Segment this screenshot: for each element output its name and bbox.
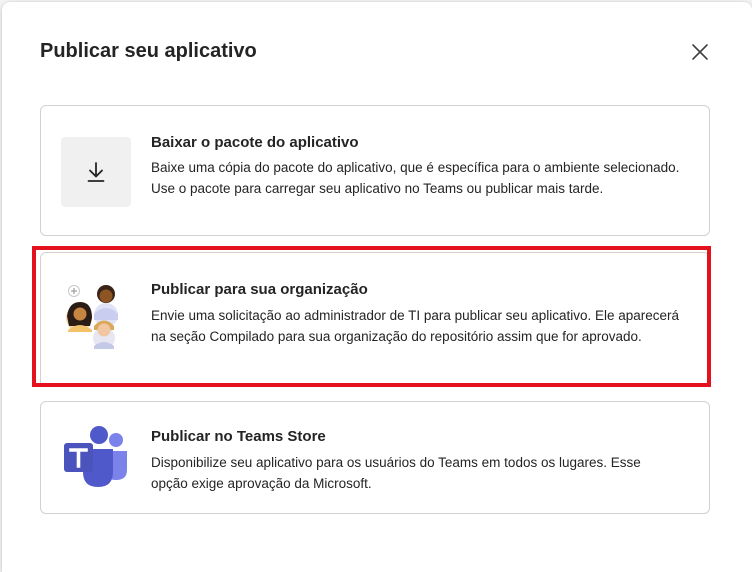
publish-to-teams-store-option[interactable]: Publicar no Teams Store Disponibilize se…	[40, 401, 710, 514]
people-group-icon	[61, 280, 131, 350]
option-description: Envie uma solicitação ao administrador d…	[151, 308, 680, 344]
dialog-title: Publicar seu aplicativo	[40, 40, 257, 62]
teams-logo-icon	[61, 424, 131, 494]
option-title: Publicar no Teams Store	[151, 428, 326, 445]
option-description: Disponibilize seu aplicativo para os usu…	[151, 455, 641, 491]
option-title: Publicar para sua organização	[151, 281, 368, 298]
option-description: Baixe uma cópia do pacote do aplicativo,…	[151, 160, 680, 196]
download-icon	[61, 137, 131, 207]
close-icon	[692, 44, 708, 60]
option-title: Baixar o pacote do aplicativo	[151, 134, 359, 151]
close-button[interactable]	[686, 38, 714, 66]
publish-dialog: Publicar seu aplicativo Baixar o pacote …	[2, 2, 752, 572]
publish-to-org-option[interactable]: Publicar para sua organização Envie uma …	[40, 252, 710, 387]
download-package-option[interactable]: Baixar o pacote do aplicativo Baixe uma …	[40, 105, 710, 236]
